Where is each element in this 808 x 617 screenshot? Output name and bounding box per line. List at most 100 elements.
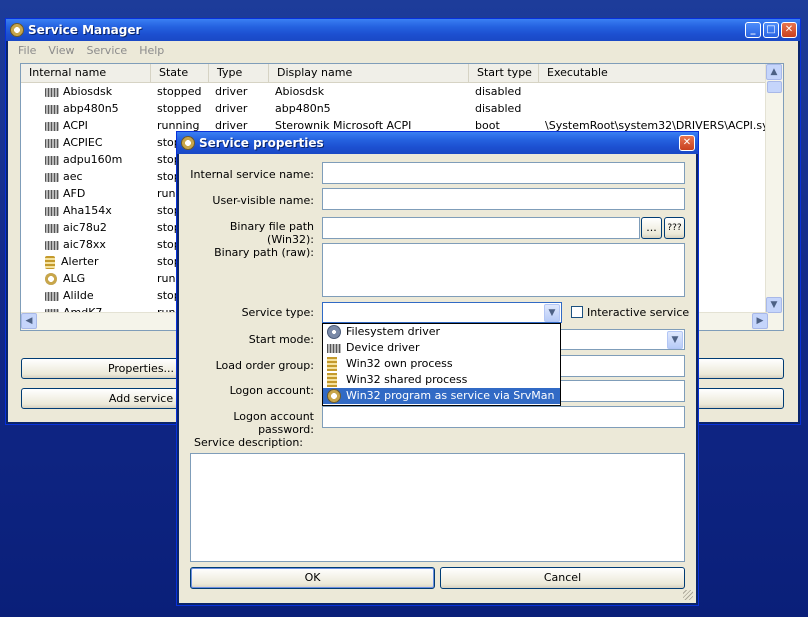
list-header: Internal name State Type Display name St… (21, 64, 783, 83)
scroll-up-icon[interactable]: ▲ (766, 64, 782, 80)
service-name: ACPIEC (63, 136, 103, 149)
internal-name-input[interactable] (322, 162, 685, 184)
menu-bar: File View Service Help (6, 41, 800, 59)
cell-name: ACPI (21, 117, 151, 134)
service-name: AliIde (63, 289, 94, 302)
scroll-down-icon[interactable]: ▼ (766, 297, 782, 313)
cell-exe (539, 83, 768, 100)
cell-type: driver (215, 102, 248, 115)
right-button-2[interactable] (686, 388, 784, 409)
col-internal-name[interactable]: Internal name (21, 64, 151, 82)
cell-start: disabled (475, 102, 522, 115)
cell-name: Aha154x (21, 202, 151, 219)
option-win32-srvman[interactable]: Win32 program as service via SrvMan (323, 388, 560, 404)
visible-name-input[interactable] (322, 188, 685, 210)
cell-state: stopped (157, 85, 202, 98)
option-filesystem-driver[interactable]: Filesystem driver (323, 324, 560, 340)
start-mode-chevron-down-icon[interactable]: ▼ (667, 331, 683, 349)
cell-name: Alerter (21, 253, 151, 270)
service-name: Aha154x (63, 204, 112, 217)
chip-icon (45, 206, 59, 216)
label-visible-name: User-visible name: (212, 194, 314, 207)
cell-name: aic78xx (21, 236, 151, 253)
dialog-titlebar[interactable]: Service properties ✕ (177, 132, 698, 154)
cell-exe (539, 100, 768, 117)
cell-display: abp480n5 (275, 102, 331, 115)
cell-name: AFD (21, 185, 151, 202)
chip-icon (45, 121, 59, 131)
label-raw-path: Binary path (raw): (214, 246, 314, 259)
cell-name: AliIde (21, 287, 151, 304)
chip-icon (45, 104, 59, 114)
cancel-button[interactable]: Cancel (440, 567, 685, 589)
label-start-mode: Start mode: (248, 333, 314, 346)
chip-icon (45, 87, 59, 97)
cell-display: Abiosdsk (275, 85, 325, 98)
label-binary-path: Binary file path (Win32): (229, 220, 314, 246)
dialog-close-button[interactable]: ✕ (679, 135, 695, 151)
chip-icon (45, 240, 59, 250)
service-name: abp480n5 (63, 102, 119, 115)
interactive-service-checkbox[interactable] (571, 306, 583, 318)
service-name: Alerter (61, 255, 99, 268)
service-name: Abiosdsk (63, 85, 113, 98)
cell-name: abp480n5 (21, 100, 151, 117)
scroll-left-icon[interactable]: ◀ (21, 313, 37, 329)
col-start-type[interactable]: Start type (469, 64, 539, 82)
cell-name: ACPIEC (21, 134, 151, 151)
menu-file[interactable]: File (12, 44, 42, 57)
option-win32-own-process[interactable]: Win32 own process (323, 356, 560, 372)
cell-name: ALG (21, 270, 151, 287)
cell-name: adpu160m (21, 151, 151, 168)
col-display-name[interactable]: Display name (269, 64, 469, 82)
close-button[interactable]: ✕ (781, 22, 797, 38)
gear-icon (327, 389, 341, 403)
service-type-chevron-down-icon[interactable]: ▼ (544, 304, 560, 322)
table-row[interactable]: Abiosdsk stopped driver Abiosdsk disabled (21, 83, 783, 100)
browse-button[interactable]: ... (641, 217, 662, 239)
raw-path-textarea[interactable] (322, 243, 685, 297)
description-textarea[interactable] (190, 453, 685, 562)
vertical-scrollbar[interactable]: ▲ ▼ (765, 64, 783, 330)
pillar-icon (327, 373, 337, 387)
scroll-thumb[interactable] (767, 81, 782, 93)
service-type-select[interactable]: ▼ (322, 302, 562, 323)
pillar-icon (327, 357, 337, 371)
cell-name: aec (21, 168, 151, 185)
chip-icon (45, 155, 59, 165)
right-button-1[interactable] (686, 358, 784, 379)
chip-icon (45, 223, 59, 233)
menu-help[interactable]: Help (133, 44, 170, 57)
cell-start: disabled (475, 85, 522, 98)
binary-path-input[interactable] (322, 217, 640, 239)
table-row[interactable]: abp480n5 stopped driver abp480n5 disabled (21, 100, 783, 117)
scroll-right-icon[interactable]: ▶ (752, 313, 768, 329)
menu-service[interactable]: Service (81, 44, 134, 57)
chip-icon (45, 189, 59, 199)
app-gear-icon (10, 23, 24, 37)
service-name: ACPI (63, 119, 88, 132)
cell-name: Abiosdsk (21, 83, 151, 100)
service-name: aic78xx (63, 238, 106, 251)
menu-view[interactable]: View (42, 44, 80, 57)
main-window-title: Service Manager (28, 23, 142, 37)
chip-icon (45, 138, 59, 148)
service-name: aec (63, 170, 83, 183)
help-path-button[interactable]: ??? (664, 217, 685, 239)
ok-button[interactable]: OK (190, 567, 435, 589)
main-titlebar[interactable]: Service Manager _ □ ✕ (6, 19, 800, 41)
option-device-driver[interactable]: Device driver (323, 340, 560, 356)
pillar-icon (45, 255, 55, 269)
dialog-gear-icon (181, 136, 195, 150)
col-state[interactable]: State (151, 64, 209, 82)
col-executable[interactable]: Executable (539, 64, 768, 82)
minimize-button[interactable]: _ (745, 22, 761, 38)
maximize-button[interactable]: □ (763, 22, 779, 38)
interactive-service-label: Interactive service (587, 306, 690, 319)
col-type[interactable]: Type (209, 64, 269, 82)
logon-password-input[interactable] (322, 406, 685, 428)
resize-grip-icon[interactable] (683, 590, 693, 600)
dialog-title: Service properties (199, 136, 324, 150)
service-type-dropdown: Filesystem driver Device driver Win32 ow… (322, 323, 561, 406)
option-win32-shared-process[interactable]: Win32 shared process (323, 372, 560, 388)
